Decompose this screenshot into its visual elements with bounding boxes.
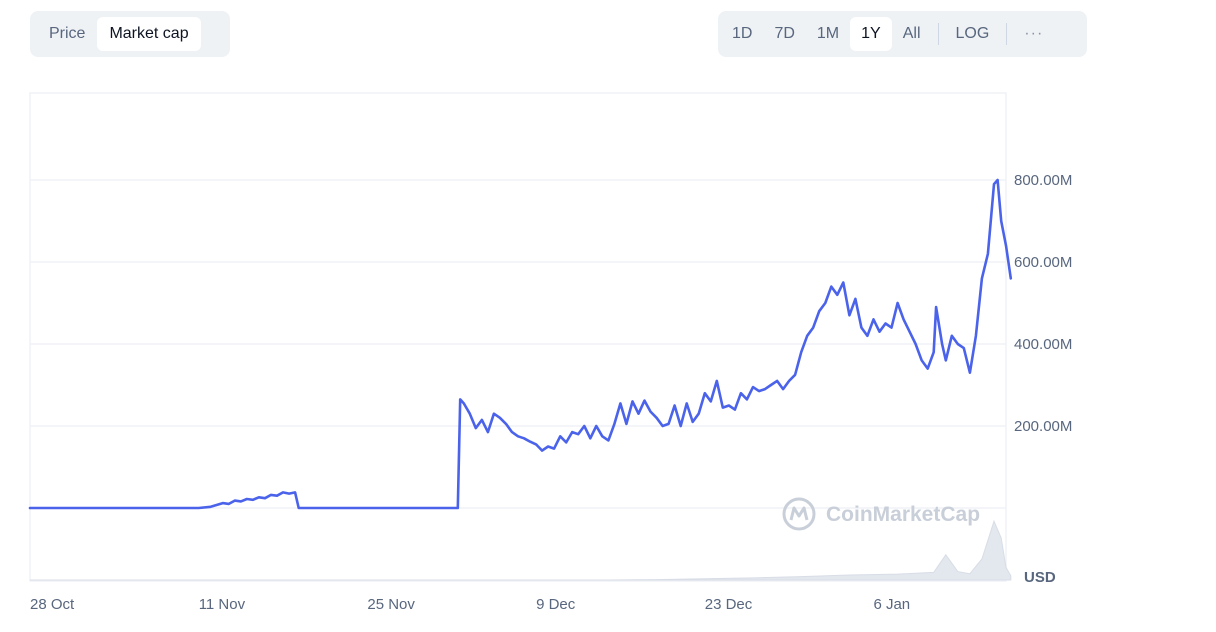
coinmarketcap-logo-mark-icon — [789, 506, 809, 521]
y-tick-label: 800.00M — [1014, 172, 1072, 189]
currency-unit-label: USD — [1024, 569, 1056, 586]
x-axis-labels: 28 Oct 11 Nov 25 Nov 9 Dec 23 Dec 6 Jan — [30, 596, 910, 613]
volume-area-path — [30, 519, 1012, 581]
volume-area — [30, 519, 1012, 581]
y-tick-label: 200.00M — [1014, 418, 1072, 435]
x-tick-label: 28 Oct — [30, 596, 75, 613]
x-tick-label: 9 Dec — [536, 596, 576, 613]
y-tick-label: 400.00M — [1014, 336, 1072, 353]
x-tick-label: 25 Nov — [367, 596, 415, 613]
x-tick-label: 11 Nov — [199, 596, 246, 613]
x-tick-label: 23 Dec — [705, 596, 753, 613]
y-axis-labels: 200.00M 400.00M 600.00M 800.00M — [1014, 172, 1072, 435]
market-cap-chart: CoinMarketCap 200.00M 400.00M 600.00M 800.0… — [28, 92, 1072, 613]
x-tick-label: 6 Jan — [873, 596, 910, 613]
y-tick-label: 600.00M — [1014, 254, 1072, 271]
watermark: CoinMarketCap — [782, 497, 980, 531]
watermark-text: CoinMarketCap — [826, 503, 980, 526]
